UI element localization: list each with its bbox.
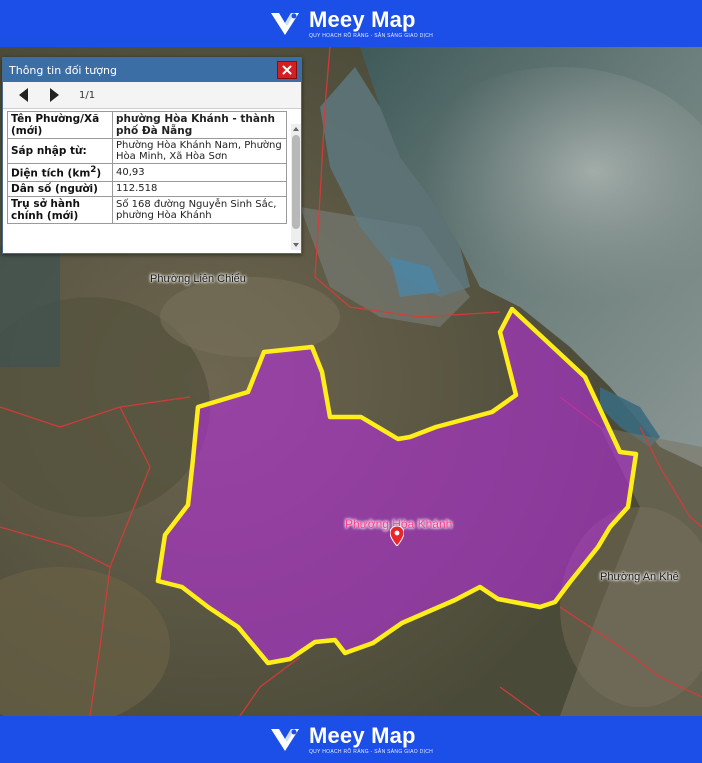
brand-name: Meey Map [308,7,416,32]
panel-title: Thông tin đối tượng [9,63,117,77]
table-row: Trụ sở hành chính (mới) Số 168 đường Ngu… [7,195,287,224]
label-phuong-an-khe[interactable]: Phường An Khê [600,571,679,583]
row-key: Sáp nhập từ: [7,138,113,164]
location-pin-icon[interactable] [390,526,404,546]
row-key: Diện tích (km2) [7,163,113,182]
brand-name: Meey Map [308,723,416,748]
info-table: Tên Phường/Xã (mới) phường Hòa Khánh - t… [7,111,287,224]
meey-logo-icon [270,728,299,751]
table-row: Dân số (người) 112.518 [7,180,287,197]
object-info-panel: Thông tin đối tượng 1/1 Tên Phường/Xã (m… [2,57,302,254]
pagination-bar: 1/1 [3,82,301,109]
panel-content: Tên Phường/Xã (mới) phường Hòa Khánh - t… [7,111,297,249]
scroll-down-button[interactable] [291,240,301,250]
row-key: Dân số (người) [7,180,113,197]
close-icon [282,65,292,75]
brand-logo: Meey Map QUY HOẠCH RÕ RÀNG - SẴN SÀNG GI… [269,8,433,39]
caret-right-icon [50,88,59,102]
row-value: 112.518 [112,180,287,197]
brand-tagline: QUY HOẠCH RÕ RÀNG - SẴN SÀNG GIAO DỊCH [308,749,434,755]
brand-logo-bottom: Meey Map QUY HOẠCH RÕ RÀNG - SẴN SÀNG GI… [269,724,433,755]
row-value: 40,93 [112,163,287,182]
row-value: Số 168 đường Nguyễn Sinh Sắc, phường Hòa… [112,195,287,224]
caret-left-icon [19,88,28,102]
panel-scrollbar[interactable] [291,124,301,250]
page-counter: 1/1 [79,89,96,101]
row-key: Tên Phường/Xã (mới) [7,111,113,139]
scroll-thumb[interactable] [292,135,300,229]
row-key-suffix: ) [96,167,102,180]
label-phuong-lien-chieu[interactable]: Phường Liên Chiểu [150,273,246,285]
scroll-up-button[interactable] [291,124,301,134]
table-row: Diện tích (km2) 40,93 [7,163,287,182]
brand-tagline: QUY HOẠCH RÕ RÀNG - SẴN SÀNG GIAO DỊCH [308,33,434,39]
next-button[interactable] [47,87,61,103]
top-brand-bar: Meey Map QUY HOẠCH RÕ RÀNG - SẴN SÀNG GI… [0,0,702,47]
close-button[interactable] [277,61,297,79]
row-key: Trụ sở hành chính (mới) [7,195,113,224]
table-row: Sáp nhập từ: Phường Hòa Khánh Nam, Phườn… [7,138,287,164]
row-key-prefix: Diện tích (km [11,167,91,180]
table-row: Tên Phường/Xã (mới) phường Hòa Khánh - t… [7,111,287,139]
row-value: phường Hòa Khánh - thành phố Đà Nẵng [112,111,287,139]
scroll-up-icon [293,127,299,131]
panel-header[interactable]: Thông tin đối tượng [3,58,301,82]
scroll-down-icon [293,243,299,247]
prev-button[interactable] [17,87,31,103]
meey-logo-icon [270,12,299,35]
row-value: Phường Hòa Khánh Nam, Phường Hòa Minh, X… [112,138,287,164]
bottom-brand-bar: Meey Map QUY HOẠCH RÕ RÀNG - SẴN SÀNG GI… [0,716,702,763]
